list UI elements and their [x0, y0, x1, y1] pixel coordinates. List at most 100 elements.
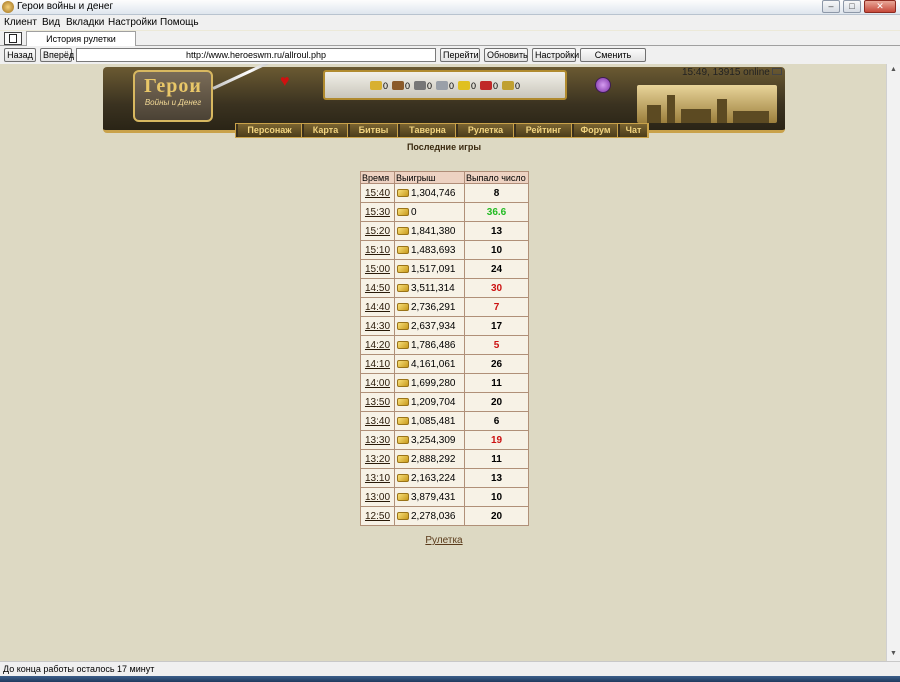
table-row: 14:00 1,699,280 11	[360, 373, 529, 393]
menu-chat[interactable]: Чат	[620, 124, 648, 137]
table-row: 13:10 2,163,224 13	[360, 468, 529, 488]
number-cell: 10	[464, 487, 529, 507]
refresh-button[interactable]: Обновить	[484, 48, 528, 62]
menu-roulette[interactable]: Рулетка	[458, 124, 514, 137]
menu-help[interactable]: Помощь	[160, 17, 199, 28]
resource-wood: 0	[391, 81, 410, 91]
table-row: 15:30 0 36.6	[360, 202, 529, 222]
menu-character[interactable]: Персонаж	[238, 124, 302, 137]
close-button[interactable]: ✕	[864, 0, 896, 13]
menu-view[interactable]: Вид	[42, 17, 60, 28]
heart-icon[interactable]: ♥	[280, 73, 290, 91]
mana-potion-icon[interactable]	[595, 77, 611, 93]
time-cell: 13:40	[360, 411, 395, 431]
number-cell: 20	[464, 506, 529, 526]
column-header-win: Выигрыш	[394, 171, 465, 184]
scroll-down-icon[interactable]: ▼	[890, 650, 897, 657]
time-link[interactable]: 15:10	[365, 245, 390, 256]
roulette-link[interactable]: Рулетка	[400, 535, 488, 546]
gold-icon	[397, 416, 409, 425]
number-cell: 30	[464, 278, 529, 298]
crystal-icon	[480, 81, 493, 90]
table-header-row: Время Выигрыш Выпало число	[360, 171, 529, 184]
menu-rating[interactable]: Рейтинг	[516, 124, 572, 137]
time-cell: 14:50	[360, 278, 395, 298]
os-taskbar	[0, 676, 900, 682]
number-cell: 36.6	[464, 202, 529, 222]
time-link[interactable]: 15:40	[365, 188, 390, 199]
menu-map[interactable]: Карта	[304, 124, 348, 137]
sulfur-icon	[458, 81, 470, 90]
win-amount: 2,637,934	[411, 320, 456, 332]
forward-button[interactable]: Вперёд	[40, 48, 74, 62]
win-amount: 2,888,292	[411, 453, 456, 465]
win-cell: 3,879,431	[394, 487, 465, 507]
online-counter: 15:49, 13915 online	[682, 67, 782, 78]
menu-battles[interactable]: Битвы	[350, 124, 398, 137]
gold-icon	[397, 473, 409, 482]
game-logo[interactable]: Герои Войны и Денег	[133, 70, 213, 122]
minimize-button[interactable]: –	[822, 0, 840, 13]
time-link[interactable]: 14:50	[365, 283, 390, 294]
number-cell: 19	[464, 430, 529, 450]
win-amount: 3,879,431	[411, 491, 456, 503]
logo-title: Герои	[144, 75, 202, 97]
nav-bar: Назад Вперёд http://www.heroeswm.ru/allr…	[0, 46, 900, 72]
table-row: 14:10 4,161,061 26	[360, 354, 529, 374]
number-cell: 13	[464, 468, 529, 488]
new-tab-button[interactable]	[4, 32, 22, 45]
time-link[interactable]: 14:40	[365, 302, 390, 313]
menu-tabs[interactable]: Вкладки	[66, 17, 104, 28]
table-row: 13:40 1,085,481 6	[360, 411, 529, 431]
gold-icon	[397, 188, 409, 197]
time-link[interactable]: 15:00	[365, 264, 390, 275]
win-amount: 2,278,036	[411, 510, 456, 522]
time-cell: 12:50	[360, 506, 395, 526]
time-link[interactable]: 14:30	[365, 321, 390, 332]
go-button[interactable]: Перейти	[440, 48, 480, 62]
win-cell: 1,699,280	[394, 373, 465, 393]
menu-settings[interactable]: Настройки	[108, 17, 157, 28]
tab-roulette-history[interactable]: История рулетки	[26, 31, 136, 47]
games-table: Время Выигрыш Выпало число 15:40 1,304,74…	[360, 171, 529, 526]
mercury-icon	[435, 81, 448, 90]
gold-icon	[397, 435, 409, 444]
time-link[interactable]: 14:00	[365, 378, 390, 389]
gold-icon	[397, 359, 409, 368]
maximize-button[interactable]: □	[843, 0, 861, 13]
browser-window: Герои войны и денег – □ ✕ Клиент Вид Вкл…	[0, 0, 900, 682]
gold-icon	[397, 378, 409, 387]
vertical-scrollbar[interactable]: ▲ ▼	[886, 64, 900, 661]
game-header: Герои Войны и Денег ♥ 0000000 Персонаж К…	[103, 64, 785, 142]
page-icon	[9, 34, 17, 43]
menu-tavern[interactable]: Таверна	[400, 124, 456, 137]
time-link[interactable]: 13:10	[365, 473, 390, 484]
time-link[interactable]: 15:20	[365, 226, 390, 237]
settings-button[interactable]: Настройки	[532, 48, 579, 62]
url-field[interactable]: http://www.heroeswm.ru/allroul.php	[76, 48, 436, 62]
win-cell: 3,254,309	[394, 430, 465, 450]
mail-icon[interactable]	[771, 68, 782, 75]
time-link[interactable]: 14:20	[365, 340, 390, 351]
main-menu: Персонаж Карта Битвы Таверна Рулетка Рей…	[235, 123, 649, 138]
menu-forum[interactable]: Форум	[574, 124, 618, 137]
menu-client[interactable]: Клиент	[4, 17, 37, 28]
time-link[interactable]: 13:50	[365, 397, 390, 408]
table-row: 13:20 2,888,292 11	[360, 449, 529, 469]
time-link[interactable]: 13:40	[365, 416, 390, 427]
back-button[interactable]: Назад	[4, 48, 36, 62]
time-link[interactable]: 14:10	[365, 359, 390, 370]
win-cell: 1,841,380	[394, 221, 465, 241]
time-link[interactable]: 15:30	[365, 207, 390, 218]
scroll-up-icon[interactable]: ▲	[890, 66, 897, 73]
time-link[interactable]: 13:00	[365, 492, 390, 503]
time-link[interactable]: 13:20	[365, 454, 390, 465]
time-cell: 13:30	[360, 430, 395, 450]
time-cell: 13:00	[360, 487, 395, 507]
time-link[interactable]: 12:50	[365, 511, 390, 522]
time-link[interactable]: 13:30	[365, 435, 390, 446]
number-cell: 26	[464, 354, 529, 374]
menu-bar: Клиент Вид Вкладки Настройки Помощь	[0, 15, 900, 30]
resource-crystals: 0	[480, 81, 498, 91]
switch-player-button[interactable]: Сменить игрока	[580, 48, 646, 72]
